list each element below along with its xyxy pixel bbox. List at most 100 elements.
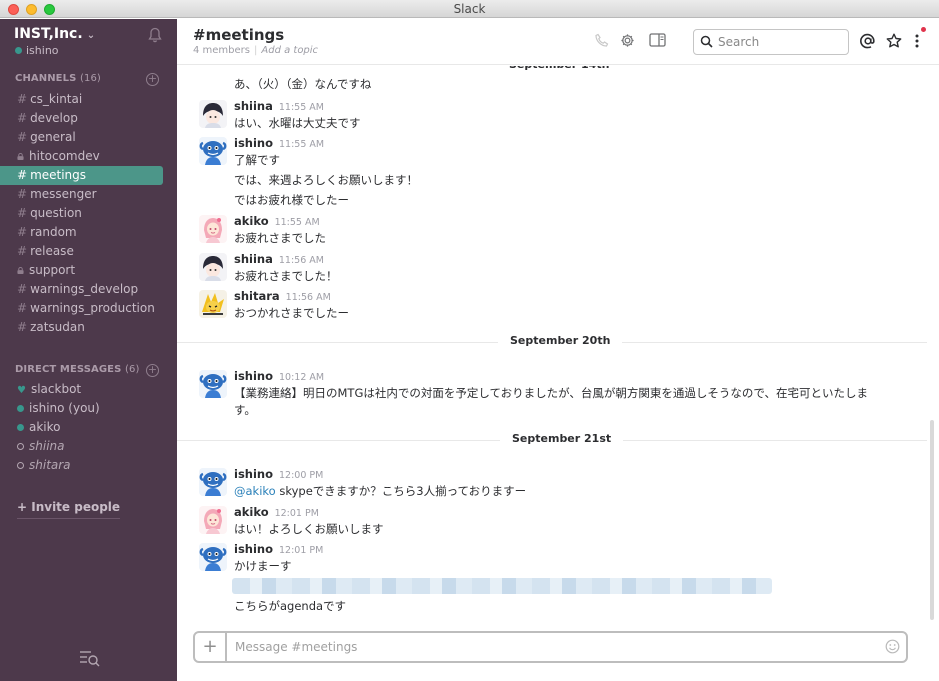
message-line: はい！よろしくお願いします [234,522,384,536]
message-line: 了解です [234,153,280,167]
dm-item-ishino[interactable]: ishino (you) [0,399,177,418]
current-user[interactable]: ishino [15,44,59,57]
message-input[interactable] [235,638,875,656]
message-sender[interactable]: akiko 12:01 PM [234,505,319,519]
sidebar-item-label: develop [30,111,78,125]
sidebar-item-question[interactable]: # question [0,204,177,223]
hash-icon: # [17,301,28,315]
sidebar-item-messenger[interactable]: # messenger [0,185,177,204]
message-sender[interactable]: shiina 11:56 AM [234,252,324,266]
search-input[interactable] [718,34,843,50]
message-group: shiina 11:56 AM お疲れさまでした！ [177,252,917,292]
message-line: skypeできますか？こちら3人揃っておりますー [275,484,527,498]
message-sender[interactable]: ishino 11:55 AM [234,136,324,150]
direct-messages-header-label: DIRECT MESSAGES [15,364,122,375]
search-box[interactable] [693,29,849,55]
gear-icon[interactable] [620,33,635,48]
sidebar-item-label: random [30,225,77,239]
message-timestamp[interactable]: 12:01 PM [275,508,319,519]
avatar[interactable] [199,253,227,281]
emoji-icon[interactable] [885,639,900,654]
sidebar-item-label: messenger [30,187,97,201]
add-topic-link[interactable]: Add a topic [261,45,318,56]
message-group: ishino 11:55 AM 了解です では、来週よろしくお願いします！ ではお疲れ様… [177,136,917,207]
dm-item-shitara[interactable]: shitara [0,456,177,475]
channels-header[interactable]: CHANNELS (16) [15,73,101,84]
sender-name: ishino [234,369,274,383]
message-sender[interactable]: shitara 11:56 AM [234,289,331,303]
phone-icon[interactable] [595,33,609,47]
sidebar-item-warnings-develop[interactable]: # warnings_develop [0,280,177,299]
sidebar-item-hitocomdev[interactable]: hitocomdev [0,147,177,166]
message-text: はい、水曜は大丈夫です [234,115,361,131]
chevron-down-icon: ⌄ [86,30,96,41]
message-sender[interactable]: akiko 11:55 AM [234,214,320,228]
more-options-icon[interactable] [914,33,920,49]
avatar[interactable] [199,100,227,128]
message-group: akiko 11:55 AM お疲れさまでした [177,214,917,254]
sidebar-item-random[interactable]: # random [0,223,177,242]
message-timestamp[interactable]: 11:56 AM [286,292,331,303]
message-sender[interactable]: ishino 12:00 PM [234,467,323,481]
sidebar-item-release[interactable]: # release [0,242,177,261]
sidebar-item-meetings[interactable]: # meetings [0,166,163,185]
avatar[interactable] [199,543,227,571]
direct-messages-header[interactable]: DIRECT MESSAGES (6) [15,364,139,375]
message-scrollbar[interactable] [930,420,934,620]
sidebar-item-support[interactable]: support [0,261,177,280]
bell-icon[interactable] [148,27,162,43]
message-sender[interactable]: shiina 11:55 AM [234,99,324,113]
message-group: akiko 12:01 PM はい！よろしくお願いします [177,505,917,545]
sidebar-item-label: zatsudan [30,320,85,334]
avatar[interactable] [199,215,227,243]
sender-name: akiko [234,505,269,519]
sender-name: shiina [234,252,273,266]
dm-item-label: shitara [29,458,71,472]
search-icon [700,35,713,48]
window-titlebar: Slack [0,0,939,18]
message-timestamp[interactable]: 12:00 PM [279,470,323,481]
sidebar-item-cs-kintai[interactable]: # cs_kintai [0,90,177,109]
message-timestamp[interactable]: 11:55 AM [275,217,320,228]
avatar[interactable] [199,290,227,318]
sidebar-item-general[interactable]: # general [0,128,177,147]
member-count[interactable]: 4 members [193,45,250,56]
channel-meta: 4 members | Add a topic [193,45,318,56]
channel-title[interactable]: #meetings [193,26,284,44]
avatar[interactable] [199,506,227,534]
dm-item-slackbot[interactable]: ♥ slackbot [0,380,177,399]
avatar[interactable] [199,137,227,165]
message-text: では、来週よろしくお願いします！ [234,172,418,188]
meta-separator: | [254,45,258,56]
avatar[interactable] [199,370,227,398]
mentions-icon[interactable] [860,33,876,49]
sidebar-toggle-icon[interactable] [649,33,666,47]
message-line: お疲れさまでした [234,231,326,245]
message-timestamp[interactable]: 10:12 AM [279,372,324,383]
message-group: shitara 11:56 AM おつかれさまでしたー [177,289,917,329]
avatar[interactable] [199,468,227,496]
hash-icon: # [17,130,28,144]
search-list-icon[interactable] [79,649,101,667]
dm-item-akiko[interactable]: akiko [0,418,177,437]
message-line: おつかれさまでしたー [234,306,349,320]
sidebar-item-develop[interactable]: # develop [0,109,177,128]
team-menu[interactable]: INST,Inc. ⌄ [14,26,95,42]
sidebar-item-zatsudan[interactable]: # zatsudan [0,318,177,337]
message-timestamp[interactable]: 11:55 AM [279,139,324,150]
add-direct-message-icon[interactable]: + [146,364,159,377]
sidebar-item-warnings-production[interactable]: # warnings_production [0,299,177,318]
message-sender[interactable]: ishino 10:12 AM [234,369,324,383]
channel-header: #meetings 4 members | Add a topic [177,19,939,65]
dm-item-shiina[interactable]: shiina [0,437,177,456]
add-channel-icon[interactable]: + [146,73,159,86]
add-attachment-button[interactable]: + [195,633,227,661]
message-timestamp[interactable]: 11:55 AM [279,102,324,113]
sender-name: ishino [234,467,274,481]
message-timestamp[interactable]: 11:56 AM [279,255,324,266]
invite-people-button[interactable]: + Invite people [17,500,121,519]
message-timestamp[interactable]: 12:01 PM [279,545,323,556]
message-sender[interactable]: ishino 12:01 PM [234,542,323,556]
user-mention-link[interactable]: @akiko [234,484,276,498]
star-icon[interactable] [886,33,902,49]
